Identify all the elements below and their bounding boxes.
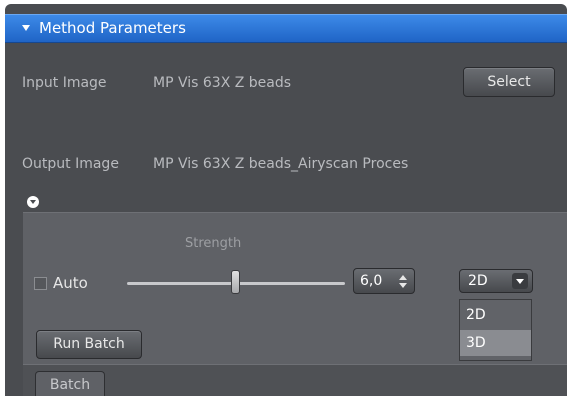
output-image-label: Output Image [22,156,119,172]
dimension-selected: 2D [468,273,488,289]
auto-label: Auto [53,274,88,292]
option-2d[interactable]: 2D [460,302,531,328]
input-image-value: MP Vis 63X Z beads [153,75,292,91]
strength-slider-handle[interactable] [231,270,240,294]
option-3d[interactable]: 3D [460,330,531,356]
section-title: Method Parameters [39,19,186,37]
chevron-down-icon[interactable] [512,273,528,289]
tab-bar: Batch [23,364,567,396]
select-button[interactable]: Select [463,67,555,97]
strength-label: Strength [185,236,242,251]
dimension-dropdown[interactable]: 2D [459,269,533,293]
strength-value[interactable]: 6,0 [360,273,382,289]
section-header[interactable]: Method Parameters [5,14,567,43]
tab-batch[interactable]: Batch [35,371,105,396]
expand-circle-icon[interactable] [27,196,39,208]
collapse-triangle-icon[interactable] [22,25,30,31]
method-parameters-panel: Method Parameters Input Image MP Vis 63X… [5,4,567,396]
auto-checkbox[interactable] [34,277,47,290]
spin-up-icon[interactable] [399,275,407,280]
spin-down-icon[interactable] [399,283,407,288]
input-image-label: Input Image [22,75,107,91]
spin-arrows-icon[interactable] [398,273,408,289]
output-image-value[interactable]: MP Vis 63X Z beads_Airyscan Proces [153,156,408,172]
strength-subpanel: Strength Auto 6,0 2D 2D 3D Run Batch Bat… [23,212,567,396]
strength-spinbox[interactable]: 6,0 [353,268,415,294]
dimension-options-list: 2D 3D [459,299,532,361]
run-batch-button[interactable]: Run Batch [36,330,142,359]
